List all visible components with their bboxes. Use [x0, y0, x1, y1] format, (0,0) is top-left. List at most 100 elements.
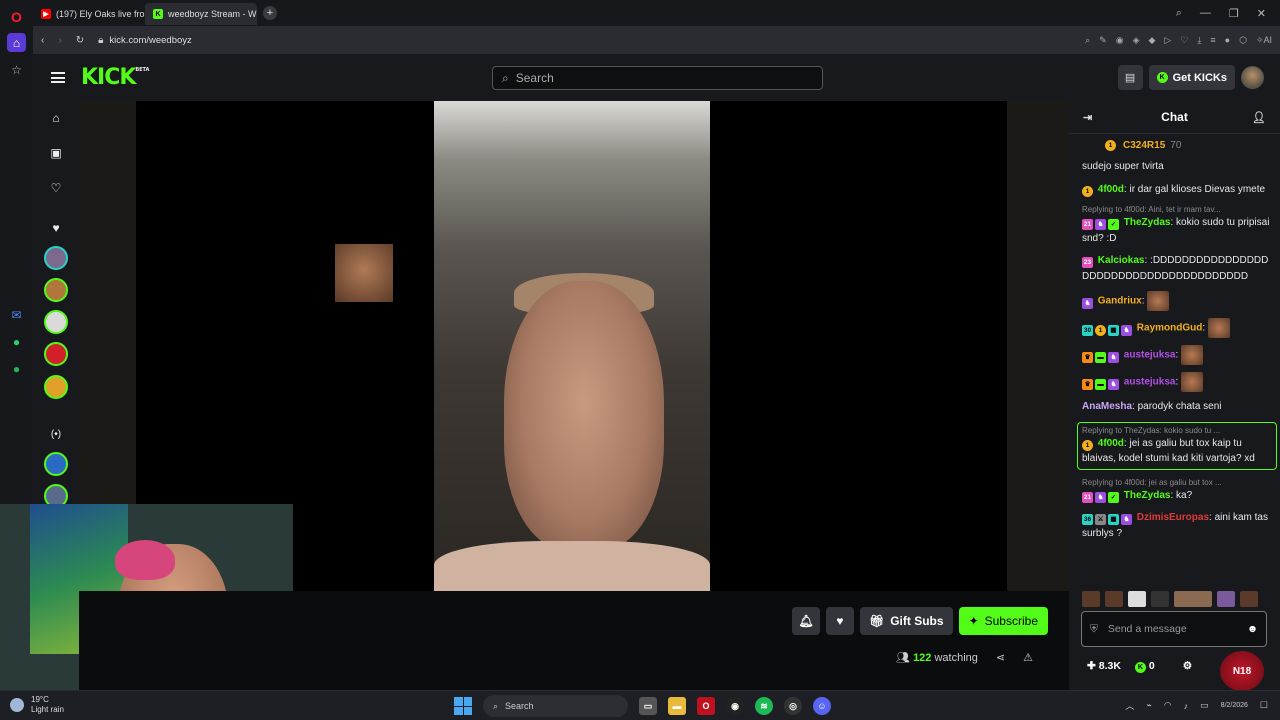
tray-expand-icon[interactable]: ︿	[1125, 699, 1134, 712]
shield-icon[interactable]: ◈	[1133, 35, 1140, 46]
close-button[interactable]: ✕	[1257, 7, 1266, 20]
channel-avatar[interactable]	[44, 452, 68, 476]
emote-image[interactable]	[1128, 591, 1146, 607]
messenger-icon[interactable]: ✉	[7, 305, 26, 324]
windows-start-icon[interactable]	[454, 697, 472, 715]
chat-username[interactable]: austejuksa	[1124, 350, 1176, 361]
channel-avatar[interactable]	[44, 278, 68, 302]
tab-kick[interactable]: K weedboyz Stream - W	[145, 3, 257, 25]
reply-context[interactable]: Replying to 4f00d: Aini, tet ir mam tav.…	[1082, 204, 1270, 215]
channel-avatar[interactable]	[44, 310, 68, 334]
taskbar-search[interactable]: ⌕ Search	[483, 695, 628, 717]
user-avatar[interactable]	[1241, 66, 1264, 89]
clock-date[interactable]: 8/2/2026	[1221, 702, 1248, 709]
new-tab-button[interactable]: +	[263, 6, 277, 20]
channel-avatar[interactable]	[44, 375, 68, 399]
emote-image[interactable]	[1105, 591, 1123, 607]
menu-icon[interactable]	[51, 72, 65, 83]
dashboard-icon[interactable]: ▤	[1117, 65, 1143, 90]
minimize-button[interactable]: —	[1200, 7, 1211, 20]
steam-icon[interactable]: ◎	[784, 697, 802, 715]
chat-username[interactable]: TheZydas	[1124, 490, 1171, 501]
settings-icon[interactable]: ⚙	[1183, 660, 1192, 672]
back-icon[interactable]: ‹	[41, 35, 44, 46]
spotify-icon[interactable]: ≋	[755, 697, 773, 715]
search-input[interactable]: ⌕ Search	[492, 66, 823, 90]
whatsapp-icon[interactable]: ●	[7, 332, 26, 351]
gift-subs-button[interactable]: 🎁︎ Gift Subs	[859, 607, 953, 635]
wifi-icon[interactable]: ◠	[1164, 700, 1172, 711]
network-icon[interactable]: ⌁	[1146, 700, 1151, 711]
extensions-icon[interactable]: ⬡	[1239, 35, 1247, 46]
reply-context[interactable]: Replying to 4f00d: jei as galiu but tox …	[1082, 477, 1270, 488]
notifications-icon[interactable]: ☐	[1260, 700, 1268, 711]
menu-icon[interactable]: ≡	[1210, 35, 1215, 46]
discord-icon[interactable]: ☺	[813, 697, 831, 715]
play-icon[interactable]: ▷	[1164, 35, 1171, 46]
subscribe-button[interactable]: ✦ Subscribe	[958, 607, 1048, 635]
chat-message-mention: Replying to TheZydas: kokio sudo tu ... …	[1077, 421, 1277, 470]
search-icon[interactable]: ⌕	[1085, 35, 1090, 46]
chat-username[interactable]: RaymondGud	[1137, 323, 1203, 334]
user-list-icon[interactable]: 👤︎	[1252, 111, 1266, 124]
following-icon[interactable]: ♡	[45, 177, 67, 199]
share-icon[interactable]: ⋖	[996, 651, 1005, 664]
chat-username[interactable]: Kalciokas	[1098, 255, 1145, 266]
chat-username[interactable]: austejuksa	[1124, 377, 1176, 388]
obs-icon[interactable]: ◉	[726, 697, 744, 715]
kicks-balance[interactable]: ✚ 8.3K	[1087, 660, 1121, 672]
favorites-icon[interactable]: ♥	[45, 217, 67, 239]
pinned-gifter[interactable]: 1 C324R15 70	[1105, 140, 1181, 151]
chat-username[interactable]: 4f00d	[1098, 438, 1124, 449]
emote-image[interactable]	[1151, 591, 1169, 607]
opera-logo-icon[interactable]: O	[7, 7, 26, 26]
heart-icon[interactable]: ♡	[1180, 35, 1188, 46]
reload-icon[interactable]: ↻	[76, 35, 84, 46]
emote-image[interactable]	[1082, 591, 1100, 607]
task-view-icon[interactable]: ▭	[639, 697, 657, 715]
chat-settings-icon[interactable]: ⛨	[1090, 623, 1098, 636]
emote-image[interactable]	[1217, 591, 1235, 607]
battery-icon[interactable]: ▭	[1200, 700, 1209, 711]
chat-username[interactable]: Gandriux	[1098, 296, 1142, 307]
edit-icon[interactable]: ✎	[1099, 35, 1107, 46]
chat-username[interactable]: AnaMesha	[1082, 401, 1132, 412]
spotify-icon[interactable]: ●	[7, 359, 26, 378]
ai-icon[interactable]: ✧AI	[1256, 35, 1272, 46]
chat-username[interactable]: TheZydas	[1124, 217, 1171, 228]
emote-image[interactable]	[1174, 591, 1212, 607]
download-icon[interactable]: ⤓	[1197, 35, 1201, 46]
chat-message-input[interactable]: ⛨ Send a message ☻	[1081, 611, 1267, 647]
url-field[interactable]: kick.com/weedboyz	[109, 35, 191, 46]
collapse-chat-icon[interactable]: ⇥	[1083, 111, 1092, 124]
get-kicks-button[interactable]: K Get KICKs	[1148, 65, 1235, 90]
camera-icon[interactable]: ◉	[1116, 35, 1124, 46]
vpn-icon[interactable]: ◆	[1148, 35, 1155, 46]
live-icon[interactable]: (•)	[45, 423, 67, 445]
volume-icon[interactable]: ♪	[1184, 701, 1189, 711]
home-icon[interactable]: ⌂	[45, 107, 67, 129]
channel-avatar[interactable]	[44, 246, 68, 270]
chat-username[interactable]: 4f00d	[1098, 184, 1124, 195]
emoji-icon[interactable]: ☻	[1247, 623, 1258, 635]
file-explorer-icon[interactable]: ▬	[668, 697, 686, 715]
home-icon[interactable]: ⌂	[7, 33, 26, 52]
search-tabs-icon[interactable]: ⌕	[1176, 7, 1182, 20]
star-icon[interactable]: ☆	[7, 60, 26, 79]
profile-icon[interactable]: ●	[1225, 35, 1230, 46]
reply-context[interactable]: Replying to TheZydas: kokio sudo tu ...	[1082, 425, 1272, 436]
tab-youtube[interactable]: ▶ (197) Ely Oaks live from B	[33, 3, 145, 25]
emote-image[interactable]	[1240, 591, 1258, 607]
report-icon[interactable]: ⚠	[1023, 651, 1033, 664]
weather-widget[interactable]: 19°C Light rain	[10, 695, 64, 715]
coins-balance[interactable]: K 0	[1134, 660, 1155, 673]
notification-bell-button[interactable]: 🔔︎	[791, 607, 820, 635]
channel-avatar[interactable]	[44, 342, 68, 366]
forward-icon[interactable]: ›	[58, 35, 61, 46]
chat-username[interactable]: DzimisEuropas	[1137, 512, 1209, 523]
opera-icon[interactable]: O	[697, 697, 715, 715]
kick-logo[interactable]: KICK BETA	[81, 65, 149, 90]
follow-heart-button[interactable]: ♥	[825, 607, 854, 635]
maximize-button[interactable]: ❐	[1229, 7, 1239, 20]
browse-icon[interactable]: ▣	[45, 142, 67, 164]
